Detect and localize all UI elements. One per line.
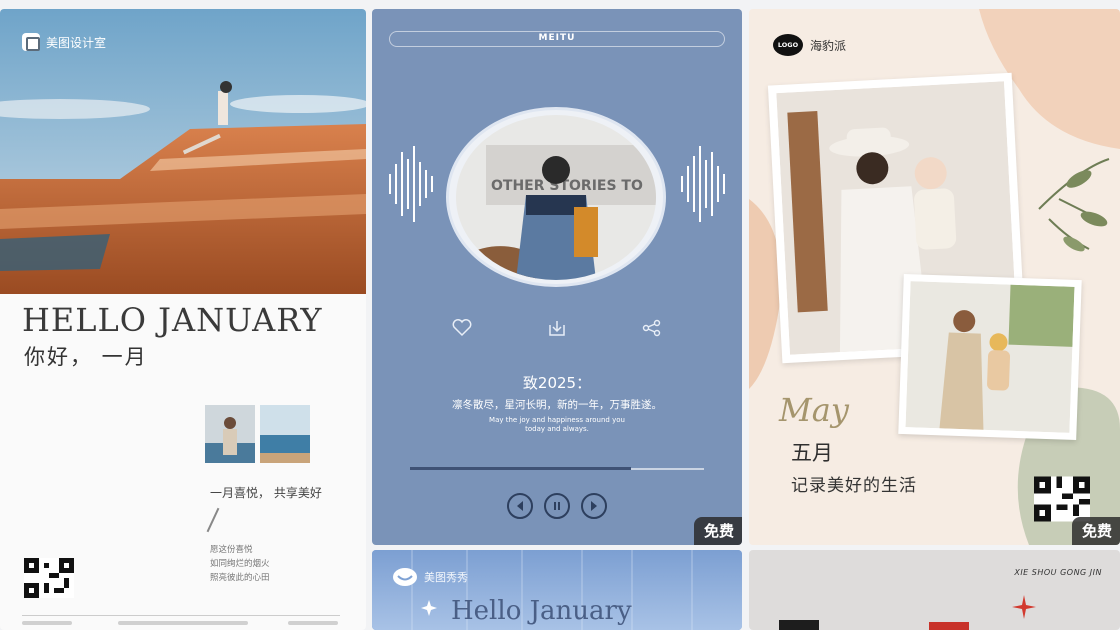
title: Hello January (451, 596, 632, 626)
family-photo (898, 273, 1082, 441)
meitu-xiuxiu-icon (393, 568, 417, 586)
download-icon[interactable] (547, 319, 567, 337)
tagline: 一月喜悦， 共享美好 (210, 486, 322, 500)
title-en: HELLO JANUARY (22, 301, 323, 339)
free-badge: 免费 (1071, 517, 1120, 545)
footer-text-placeholder (288, 621, 338, 625)
meitu-design-icon (22, 33, 40, 51)
thumb-photo-1 (205, 405, 255, 463)
cliff-photo (0, 9, 366, 294)
script-title: May (779, 391, 849, 429)
greeting-en-line-2: today and always. (525, 425, 589, 433)
next-button[interactable] (581, 493, 607, 519)
subtitle: 记录美好的生活 (791, 476, 917, 496)
sparkle-icon (1012, 595, 1036, 619)
template-card-hello-january[interactable]: 美图设计室 HELLO JANUARY 你好， 一月 一月喜悦， 共享美好 愿这… (0, 9, 366, 630)
action-icons (372, 319, 742, 337)
template-card-may[interactable]: LOGO 海豹派 May 五月 记录美好的生活 免费 (749, 9, 1120, 545)
pause-button[interactable] (544, 493, 570, 519)
footer-text-placeholder (118, 621, 248, 625)
pause-icon (554, 502, 560, 510)
poem-line: 愿这份喜悦 (210, 545, 253, 555)
logo-placeholder: LOGO (773, 34, 803, 56)
qr-code-icon (24, 558, 74, 598)
greeting-cn: 凛冬散尽，星河长明，新的一年，万事胜遂。 (452, 399, 662, 411)
poem-line: 照亮彼此的心田 (210, 573, 270, 583)
title-cn: 你好， 一月 (24, 345, 148, 369)
progress-fill (410, 467, 631, 470)
top-text: XIE SHOU GONG JIN (1014, 568, 1102, 577)
portrait-photo: OTHER STORIES TO (456, 115, 656, 280)
footer-divider (22, 615, 340, 616)
greeting-en-line-1: May the joy and happiness around you (489, 416, 625, 424)
poem: 愿这份喜悦 如同绚烂的烟火 照亮彼此的心田 (210, 543, 270, 585)
brand-name: 美图秀秀 (424, 571, 468, 584)
heart-icon[interactable] (452, 319, 472, 337)
top-label: MEITU (389, 31, 725, 47)
soundwave-right (681, 146, 725, 222)
progress-bar[interactable] (410, 467, 704, 470)
greeting-en: May the joy and happiness around you tod… (372, 416, 742, 434)
month-title: 五月 (791, 441, 833, 465)
prev-button[interactable] (507, 493, 533, 519)
template-grid: 美图设计室 HELLO JANUARY 你好， 一月 一月喜悦， 共享美好 愿这… (0, 0, 1120, 630)
next-icon (591, 501, 597, 511)
divider-slash (206, 507, 220, 533)
sign-text: OTHER STORIES TO (491, 178, 643, 194)
share-icon[interactable] (642, 319, 662, 337)
brand-logo: 美图秀秀 (392, 567, 468, 587)
photo-content (905, 281, 1075, 433)
brand-logo: 美图设计室 (22, 33, 106, 51)
template-card-hand-in-hand[interactable]: XIE SHOU GONG JIN (749, 550, 1120, 630)
footer-text-placeholder (22, 621, 72, 625)
greeting-title: 致2025： (522, 374, 592, 392)
prev-icon (517, 501, 523, 511)
brand-name: 海豹派 (810, 39, 847, 53)
qr-code-icon (1034, 476, 1090, 522)
title-text-partial (779, 620, 969, 630)
thumb-photo-2 (260, 405, 310, 463)
poem-line: 如同绚烂的烟火 (210, 559, 270, 569)
free-badge: 免费 (693, 517, 742, 545)
soundwave-left (389, 146, 433, 222)
template-card-hello-january-blue[interactable]: 美图秀秀 Hello January (372, 550, 742, 630)
brand-name: 美图设计室 (46, 35, 107, 50)
template-card-music-player[interactable]: MEITU OTHER STORIES TO 致2025： 凛冬散尽，星河长明，… (372, 9, 742, 545)
